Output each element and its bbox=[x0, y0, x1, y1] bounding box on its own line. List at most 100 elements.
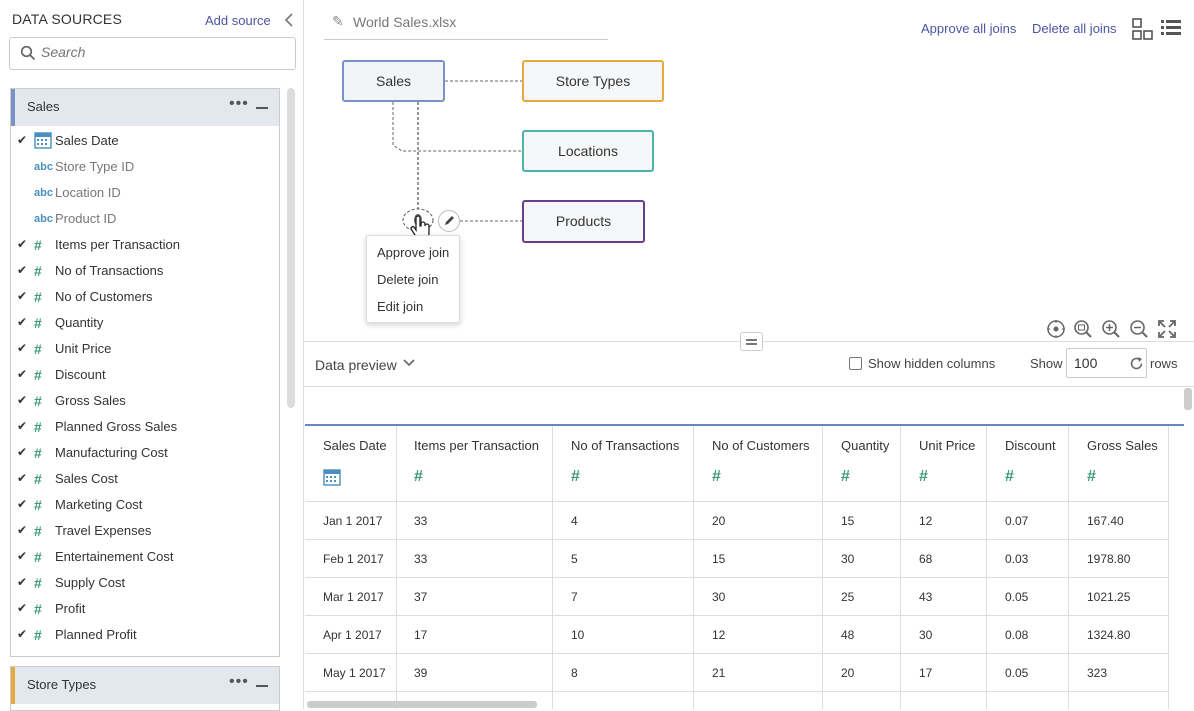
table-cell: 12 bbox=[901, 502, 986, 540]
column-header[interactable]: Sales Date bbox=[305, 426, 396, 502]
column-header-label: Unit Price bbox=[919, 438, 976, 453]
table-cell: 30 bbox=[901, 616, 986, 654]
cell-value: 48 bbox=[841, 628, 855, 642]
number-type-icon: # bbox=[34, 419, 42, 435]
cell-value: 10 bbox=[571, 628, 585, 642]
table-vertical-scrollbar[interactable] bbox=[1184, 388, 1192, 410]
number-type-icon: # bbox=[34, 575, 42, 591]
table-column: Quantity #15 30 25 48 20 bbox=[823, 426, 901, 709]
field-item[interactable]: ✔ # Supply Cost bbox=[11, 570, 279, 596]
cell-value: 20 bbox=[712, 514, 726, 528]
checkmark-icon[interactable]: ✔ bbox=[17, 367, 29, 381]
field-item[interactable]: ✔ # Marketing Cost bbox=[11, 492, 279, 518]
table-cell: 0.08 bbox=[987, 616, 1068, 654]
zoom-out-icon[interactable] bbox=[1129, 319, 1149, 339]
cell-value: 39 bbox=[414, 666, 428, 680]
table-cell: 323 bbox=[1069, 654, 1168, 692]
data-preview-toggle[interactable]: Data preview bbox=[315, 357, 397, 373]
cell-value: 1978.80 bbox=[1087, 552, 1131, 566]
column-header[interactable]: No of Transactions # bbox=[553, 426, 693, 502]
field-item[interactable]: ✔ # Discount bbox=[11, 362, 279, 388]
table-cell: 33 bbox=[396, 540, 552, 578]
table-cell: Mar 1 2017 bbox=[305, 578, 396, 616]
minimize-icon[interactable] bbox=[256, 685, 268, 687]
number-type-icon: # bbox=[34, 627, 42, 643]
delete-join-menu-item[interactable]: Delete join bbox=[377, 272, 438, 287]
resize-handle[interactable] bbox=[740, 332, 763, 351]
table-column: Sales Date Jan 1 2017 Feb 1 2017 Mar 1 2017… bbox=[305, 426, 397, 709]
cell-value: 30 bbox=[919, 628, 933, 642]
fullscreen-icon[interactable] bbox=[1157, 319, 1177, 339]
products-node[interactable]: Products bbox=[522, 200, 645, 243]
sales-node[interactable]: Sales bbox=[342, 60, 445, 102]
table-cell: 20 bbox=[823, 654, 900, 692]
locations-node[interactable]: Locations bbox=[522, 130, 654, 172]
store-types-node[interactable]: Store Types bbox=[522, 60, 664, 102]
column-header[interactable]: Gross Sales # bbox=[1069, 426, 1168, 502]
refresh-icon[interactable] bbox=[1129, 356, 1144, 371]
cell-value: 167.40 bbox=[1087, 514, 1124, 528]
column-header[interactable]: Items per Transaction # bbox=[396, 426, 552, 502]
number-type-icon: # bbox=[1005, 468, 1014, 485]
data-preview-table: Sales Date Jan 1 2017 Feb 1 2017 Mar 1 2017… bbox=[305, 424, 1184, 709]
cell-value: 15 bbox=[841, 514, 855, 528]
show-hidden-columns-checkbox[interactable] bbox=[849, 357, 862, 370]
checkmark-icon[interactable]: ✔ bbox=[17, 419, 29, 433]
number-type-icon: # bbox=[34, 393, 42, 409]
rows-count-input[interactable]: 100 bbox=[1066, 348, 1147, 378]
checkmark-icon[interactable]: ✔ bbox=[17, 445, 29, 459]
recenter-icon[interactable] bbox=[1046, 319, 1066, 339]
number-type-icon: # bbox=[34, 601, 42, 617]
field-item[interactable]: ✔ # Travel Expenses bbox=[11, 518, 279, 544]
number-type-icon: # bbox=[34, 471, 42, 487]
table-cell: 5 bbox=[553, 540, 693, 578]
field-item[interactable]: ✔ # Entertainement Cost bbox=[11, 544, 279, 570]
field-item[interactable]: ✔ # Profit bbox=[11, 596, 279, 622]
checkmark-icon[interactable]: ✔ bbox=[17, 497, 29, 511]
table-horizontal-scrollbar[interactable] bbox=[307, 701, 537, 708]
column-header[interactable]: Quantity # bbox=[823, 426, 900, 502]
table-column: No of Transactions #4 5 7 10 8 bbox=[553, 426, 694, 709]
checkmark-icon[interactable]: ✔ bbox=[17, 523, 29, 537]
checkmark-icon[interactable]: ✔ bbox=[17, 627, 29, 641]
field-name: Supply Cost bbox=[55, 575, 126, 590]
more-options-icon[interactable]: ••• bbox=[229, 673, 249, 691]
edit-join-menu-item[interactable]: Edit join bbox=[377, 299, 423, 314]
cell-value: 33 bbox=[414, 552, 428, 566]
checkmark-icon[interactable]: ✔ bbox=[17, 575, 29, 589]
column-header-label: Gross Sales bbox=[1087, 438, 1158, 453]
checkmark-icon[interactable]: ✔ bbox=[17, 549, 29, 563]
column-header[interactable]: Unit Price # bbox=[901, 426, 986, 502]
zoom-fit-icon[interactable] bbox=[1073, 319, 1093, 339]
approve-join-menu-item[interactable]: Approve join bbox=[377, 245, 449, 260]
cell-value: 17 bbox=[414, 628, 428, 642]
table-column: Items per Transaction #33 33 37 17 39 bbox=[396, 426, 553, 709]
table-cell: 30 bbox=[694, 578, 822, 616]
edit-join-pencil-icon[interactable] bbox=[438, 210, 460, 232]
checkmark-icon[interactable]: ✔ bbox=[17, 601, 29, 615]
column-header[interactable]: No of Customers # bbox=[694, 426, 822, 502]
field-name: Unit Price bbox=[55, 341, 112, 356]
column-header[interactable]: Discount # bbox=[987, 426, 1068, 502]
table-cell: Feb 1 2017 bbox=[305, 540, 396, 578]
field-item[interactable]: ✔ # Sales Cost bbox=[11, 466, 279, 492]
checkmark-icon[interactable]: ✔ bbox=[17, 471, 29, 485]
field-item[interactable]: ✔ # Manufacturing Cost bbox=[11, 440, 279, 466]
cell-value: 17 bbox=[919, 666, 933, 680]
number-type-icon: # bbox=[34, 549, 42, 565]
checkmark-icon[interactable]: ✔ bbox=[17, 393, 29, 407]
chevron-down-icon[interactable] bbox=[403, 357, 415, 369]
cell-value: 4 bbox=[571, 514, 578, 528]
store-types-panel-header[interactable]: Store Types ••• bbox=[11, 667, 279, 704]
checkmark-icon[interactable]: ✔ bbox=[17, 341, 29, 355]
zoom-in-icon[interactable] bbox=[1101, 319, 1121, 339]
field-item[interactable]: ✔ # Gross Sales bbox=[11, 388, 279, 414]
column-header-label: Sales Date bbox=[323, 438, 387, 453]
cell-value: Feb 1 2017 bbox=[323, 552, 384, 566]
cell-value: 15 bbox=[712, 552, 726, 566]
field-item[interactable]: ✔ # Planned Profit bbox=[11, 622, 279, 648]
table-cell: 0.05 bbox=[987, 578, 1068, 616]
table-cell: 0.07 bbox=[987, 502, 1068, 540]
field-item[interactable]: ✔ # Planned Gross Sales bbox=[11, 414, 279, 440]
number-type-icon: # bbox=[34, 445, 42, 461]
